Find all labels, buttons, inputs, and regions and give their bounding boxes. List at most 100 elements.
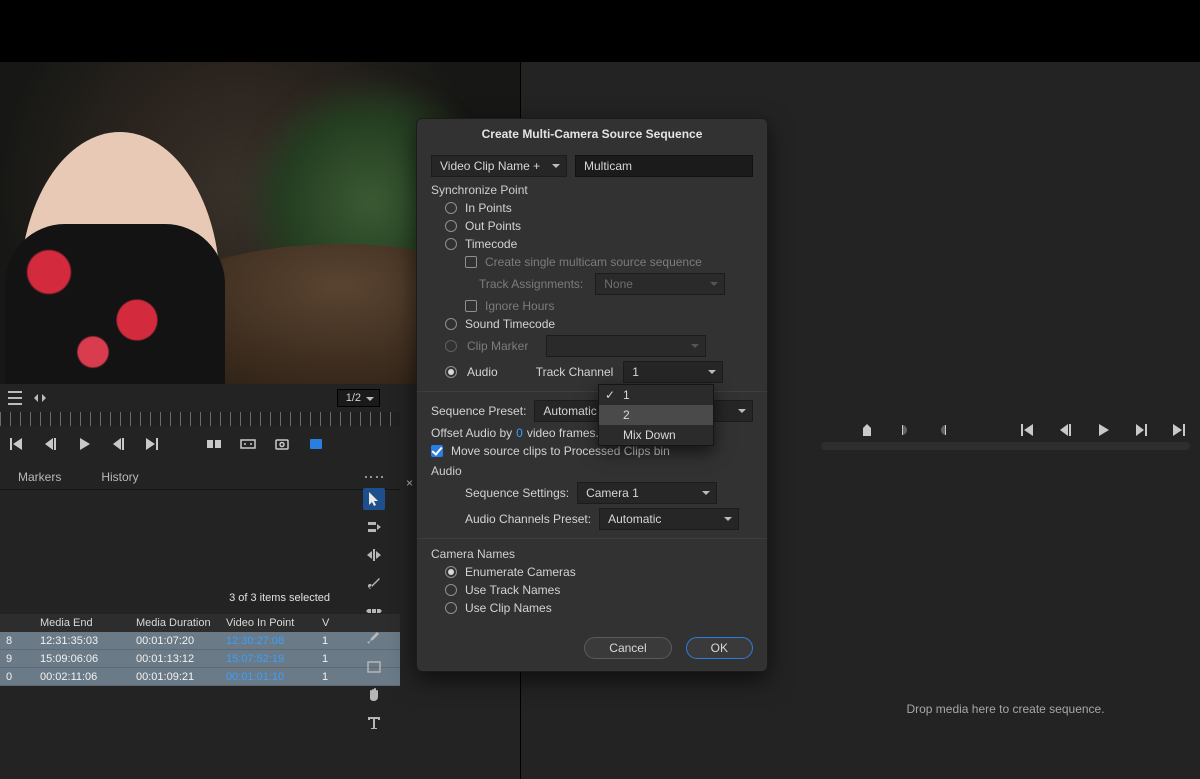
col-media-end[interactable]: Media End: [34, 617, 130, 629]
label-audio: Audio: [467, 365, 498, 379]
tab-markers[interactable]: Markers: [18, 470, 61, 489]
label-in-points: In Points: [465, 201, 512, 215]
razor-tool[interactable]: [363, 572, 385, 594]
seq-settings-combo[interactable]: Camera 1: [577, 482, 717, 504]
radio-in-points[interactable]: [445, 202, 457, 214]
type-tool[interactable]: [363, 712, 385, 734]
mark-out-icon[interactable]: [935, 422, 951, 438]
radio-enumerate[interactable]: [445, 566, 457, 578]
play-icon-p[interactable]: [1095, 422, 1111, 438]
tab-history[interactable]: History: [101, 470, 138, 489]
offset-value[interactable]: 0: [516, 426, 523, 440]
radio-audio[interactable]: [445, 366, 457, 378]
offset-pre: Offset Audio by: [431, 426, 512, 440]
track-select-tool[interactable]: [363, 516, 385, 538]
rectangle-tool[interactable]: [363, 656, 385, 678]
audio-ch-combo[interactable]: Automatic: [599, 508, 739, 530]
label-timecode: Timecode: [465, 237, 517, 251]
pen-tool[interactable]: [363, 628, 385, 650]
overwrite-icon[interactable]: [240, 436, 256, 452]
table-row[interactable]: 8 12:31:35:03 00:01:07:20 12:30:27:08 1: [0, 632, 400, 650]
media-table-header: Media End Media Duration Video In Point …: [0, 614, 400, 632]
radio-use-clip[interactable]: [445, 602, 457, 614]
radio-sound-tc[interactable]: [445, 318, 457, 330]
multicam-dialog: Create Multi-Camera Source Sequence Vide…: [416, 118, 768, 672]
label-out-points: Out Points: [465, 219, 521, 233]
check-icon: ✓: [605, 388, 615, 402]
label-move-clips: Move source clips to Processed Clips bin: [451, 444, 670, 458]
step-fwd-icon-p[interactable]: [1133, 422, 1149, 438]
settings-icon[interactable]: [308, 436, 324, 452]
arrows-icon[interactable]: [30, 391, 50, 405]
selection-count: 3 of 3 items selected: [229, 592, 330, 604]
radio-timecode[interactable]: [445, 238, 457, 250]
label-use-clip: Use Clip Names: [465, 601, 552, 615]
tool-strip: [360, 476, 388, 734]
offset-post: video frames.: [527, 426, 599, 440]
radio-use-track[interactable]: [445, 584, 457, 596]
source-transport: [8, 432, 400, 456]
name-input[interactable]: Multicam: [575, 155, 753, 177]
go-start-icon[interactable]: [8, 436, 24, 452]
check-ignore-hours[interactable]: [465, 300, 477, 312]
clip-marker-combo: [546, 335, 706, 357]
check-move-clips[interactable]: [431, 445, 443, 457]
mark-in-icon[interactable]: [897, 422, 913, 438]
hand-tool[interactable]: [363, 684, 385, 706]
go-end-icon-p[interactable]: [1171, 422, 1187, 438]
label-seq-settings: Sequence Settings:: [465, 486, 569, 500]
table-row[interactable]: 9 15:09:06:06 00:01:13:12 15:07:52:19 1: [0, 650, 400, 668]
col-tail[interactable]: V: [316, 617, 352, 629]
label-sound-tc: Sound Timecode: [465, 317, 555, 331]
go-end-icon[interactable]: [144, 436, 160, 452]
play-icon[interactable]: [76, 436, 92, 452]
dd-item-1[interactable]: ✓ 1: [599, 385, 713, 405]
program-transport: [859, 422, 1200, 438]
program-scrollbar[interactable]: [821, 442, 1190, 450]
dd-item-mixdown[interactable]: Mix Down: [599, 425, 713, 445]
label-ignore-hours: Ignore Hours: [485, 299, 554, 313]
name-mode-combo[interactable]: Video Clip Name +: [431, 155, 567, 177]
radio-clip-marker: [445, 340, 457, 352]
tool-strip-grip[interactable]: [363, 476, 385, 482]
dialog-title: Create Multi-Camera Source Sequence: [417, 119, 767, 151]
panel-close-icon[interactable]: ×: [406, 476, 413, 490]
audio-header: Audio: [431, 464, 753, 478]
label-use-track: Use Track Names: [465, 583, 560, 597]
camera-names-header: Camera Names: [431, 547, 753, 561]
radio-out-points[interactable]: [445, 220, 457, 232]
zoom-combo[interactable]: 1/2: [337, 389, 380, 407]
timeline-ruler[interactable]: [0, 412, 400, 426]
label-audio-ch: Audio Channels Preset:: [465, 512, 591, 526]
insert-icon[interactable]: [206, 436, 222, 452]
col-video-in[interactable]: Video In Point: [220, 617, 316, 629]
left-panel-tabs: Markers History: [0, 470, 400, 490]
ok-button[interactable]: OK: [686, 637, 753, 659]
label-sequence-preset: Sequence Preset:: [431, 404, 526, 418]
drop-hint: Drop media here to create sequence.: [821, 702, 1190, 716]
dd-item-2[interactable]: 2: [599, 405, 713, 425]
cancel-button[interactable]: Cancel: [584, 637, 671, 659]
add-marker-icon[interactable]: [859, 422, 875, 438]
export-frame-icon[interactable]: [274, 436, 290, 452]
label-track-channel: Track Channel: [536, 365, 614, 379]
step-back-icon-p[interactable]: [1057, 422, 1073, 438]
menu-icon[interactable]: [8, 391, 22, 405]
selection-tool[interactable]: [363, 488, 385, 510]
media-table: Media End Media Duration Video In Point …: [0, 614, 400, 686]
label-clip-marker: Clip Marker: [467, 339, 528, 353]
ripple-edit-tool[interactable]: [363, 544, 385, 566]
track-channel-combo[interactable]: 1: [623, 361, 723, 383]
label-create-single: Create single multicam source sequence: [485, 255, 702, 269]
label-enumerate: Enumerate Cameras: [465, 565, 576, 579]
step-fwd-icon[interactable]: [110, 436, 126, 452]
track-assignments-combo: None: [595, 273, 725, 295]
label-track-assignments: Track Assignments:: [479, 277, 583, 291]
check-create-single[interactable]: [465, 256, 477, 268]
slip-tool[interactable]: [363, 600, 385, 622]
table-row[interactable]: 0 00:02:11:06 00:01:09:21 00:01:01:10 1: [0, 668, 400, 686]
track-channel-dropdown: ✓ 1 2 Mix Down: [598, 384, 714, 446]
go-start-icon-p[interactable]: [1019, 422, 1035, 438]
col-media-duration[interactable]: Media Duration: [130, 617, 220, 629]
step-back-icon[interactable]: [42, 436, 58, 452]
